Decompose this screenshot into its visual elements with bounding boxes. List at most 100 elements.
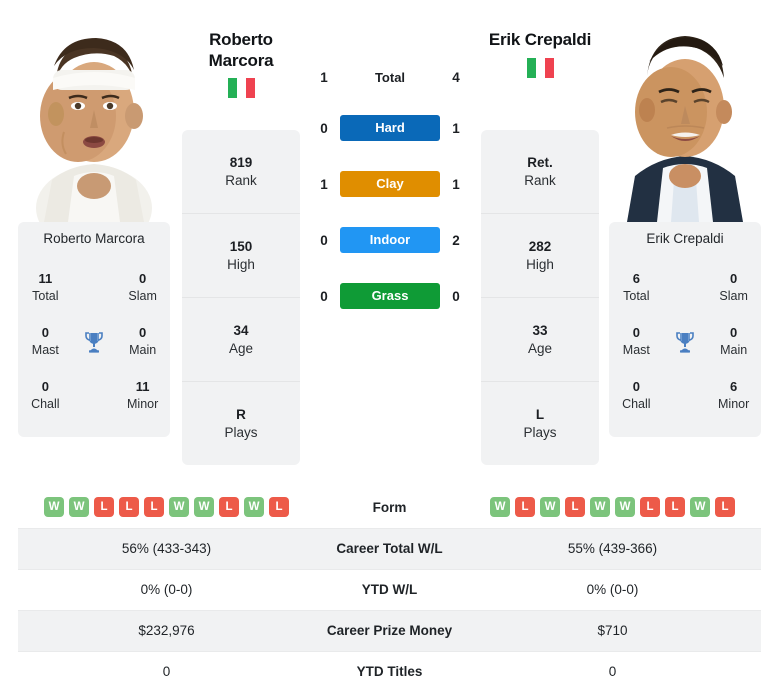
title-label: Mast <box>622 342 650 357</box>
info-label: Rank <box>524 172 556 188</box>
stat-value-right: 0 <box>464 650 761 692</box>
h2h-row-label-clay[interactable]: Clay <box>340 171 440 197</box>
trophy-icon-slot-right <box>668 329 702 355</box>
player-photo-right[interactable] <box>609 8 761 222</box>
title-value: 0 <box>730 325 738 341</box>
title-value: 0 <box>139 325 147 341</box>
table-row-career-prize-money: $232,976 Career Prize Money $710 <box>18 609 761 651</box>
form-badge-win: W <box>490 497 510 518</box>
title-value: 11 <box>135 379 150 395</box>
form-badge-loss: L <box>219 497 239 518</box>
form-badge-loss: L <box>565 497 585 518</box>
h2h-row-label-grass[interactable]: Grass <box>340 283 440 309</box>
info-label: High <box>526 256 554 272</box>
info-rank-right: Ret. Rank <box>481 130 599 213</box>
title-label: Main <box>129 342 157 357</box>
title-value: 0 <box>632 379 640 395</box>
h2h-right-score: 1 <box>452 120 460 136</box>
info-plays-right: L Plays <box>481 381 599 465</box>
title-mast-right: 0 Mast <box>613 325 659 358</box>
stat-value-left: $232,976 <box>18 609 315 651</box>
title-total-right: 6 Total <box>613 271 659 304</box>
table-row-career-total-wl: 56% (433-343) Career Total W/L 55% (439-… <box>18 527 761 569</box>
player-name-plate-right: Erik Crepaldi <box>609 222 761 255</box>
title-value: 0 <box>730 271 738 287</box>
stat-value-right: 0% (0-0) <box>464 568 761 610</box>
form-badge-loss: L <box>94 497 114 518</box>
info-value: 150 <box>229 238 253 254</box>
title-label: Chall <box>31 396 60 411</box>
titles-row: 11 Total 0 Slam <box>18 261 170 315</box>
title-label: Slam <box>719 288 748 303</box>
title-value: 0 <box>139 271 147 287</box>
form-badge-loss: L <box>715 497 735 518</box>
stat-value-left: 0% (0-0) <box>18 568 315 610</box>
player-titles-card-right: 6 Total 0 Slam 0 Mast 0 Main 0 Chall 6 M… <box>609 254 761 437</box>
trophy-icon <box>676 331 694 353</box>
title-value: 0 <box>632 325 640 341</box>
h2h-right-score: 2 <box>452 232 460 248</box>
title-minor-left: 11 Minor <box>120 379 166 412</box>
title-label: Minor <box>127 396 159 411</box>
h2h-left-score: 1 <box>320 70 328 85</box>
title-minor-right: 6 Minor <box>711 379 757 412</box>
player-photo-left-image <box>18 8 170 222</box>
titles-row: 0 Mast 0 Main <box>609 315 761 369</box>
player-header-left: Roberto Marcora <box>176 30 306 103</box>
form-badge-win: W <box>194 497 214 518</box>
player-first-name-left: Roberto <box>209 30 273 49</box>
title-mast-left: 0 Mast <box>22 325 68 358</box>
title-value: 6 <box>730 379 738 395</box>
info-high-left: 150 High <box>182 213 300 297</box>
player-name-right: Erik Crepaldi <box>488 30 592 49</box>
trophy-icon <box>85 331 103 353</box>
player-info-card-left: 819 Rank 150 High 34 Age R Plays <box>182 130 300 465</box>
form-strip-right: WLWLWWLLWL <box>464 497 761 518</box>
h2h-row-label-hard[interactable]: Hard <box>340 115 440 141</box>
player-titles-card-left: 11 Total 0 Slam 0 Mast 0 Main 0 Chall 11… <box>18 254 170 437</box>
stat-value-right: $710 <box>464 609 761 651</box>
stat-label-ytd-wl: YTD W/L <box>315 568 464 610</box>
h2h-row-grass: 0 Grass 0 <box>310 268 470 324</box>
info-value: 34 <box>233 322 249 338</box>
title-label: Minor <box>718 396 750 411</box>
info-label: Rank <box>225 172 257 188</box>
title-label: Slam <box>128 288 157 303</box>
player-photo-left[interactable] <box>18 8 170 222</box>
titles-row: 0 Chall 6 Minor <box>609 369 761 423</box>
info-value: 33 <box>532 322 548 338</box>
table-row-form: WWLLLWWLWL Form WLWLWWLLWL <box>18 487 761 528</box>
title-label: Mast <box>31 342 59 357</box>
h2h-row-label-indoor[interactable]: Indoor <box>340 227 440 253</box>
form-cell-right: WLWLWWLLWL <box>464 487 761 528</box>
trophy-icon-slot-left <box>77 329 111 355</box>
form-strip-left: WWLLLWWLWL <box>18 497 315 518</box>
titles-row: 6 Total 0 Slam <box>609 261 761 315</box>
form-badge-win: W <box>615 497 635 518</box>
form-badge-loss: L <box>269 497 289 518</box>
title-label: Total <box>32 288 59 303</box>
h2h-row-indoor: 0 Indoor 2 <box>310 212 470 268</box>
title-label: Total <box>623 288 650 303</box>
title-main-left: 0 Main <box>120 325 166 358</box>
title-chall-right: 0 Chall <box>613 379 659 412</box>
titles-row: 0 Chall 11 Minor <box>18 369 170 423</box>
titles-row: 0 Mast 0 Main <box>18 315 170 369</box>
form-badge-win: W <box>44 497 64 518</box>
head-to-head-comparison: Roberto Marcora 11 Total 0 Slam 0 Mast 0… <box>0 0 779 472</box>
h2h-row-total: 1 Total 4 <box>310 55 470 100</box>
italy-flag-icon <box>226 78 256 99</box>
info-age-right: 33 Age <box>481 297 599 381</box>
h2h-left-score: 1 <box>320 176 328 192</box>
surface-breakdown: 1 Total 4 0 Hard 1 1 Clay 1 0 Indoor 2 0… <box>310 55 470 324</box>
h2h-right-score: 1 <box>452 176 460 192</box>
h2h-right-score: 0 <box>452 288 460 304</box>
form-badge-win: W <box>690 497 710 518</box>
comparison-stats-table: WWLLLWWLWL Form WLWLWWLLWL 56% (433-343)… <box>18 487 761 692</box>
info-label: Age <box>228 340 254 356</box>
h2h-left-score: 0 <box>320 232 328 248</box>
player-card-left: Roberto Marcora 11 Total 0 Slam 0 Mast 0… <box>18 8 170 437</box>
title-total-left: 11 Total <box>22 271 68 304</box>
info-value: R <box>236 406 246 422</box>
info-label: Age <box>527 340 553 356</box>
